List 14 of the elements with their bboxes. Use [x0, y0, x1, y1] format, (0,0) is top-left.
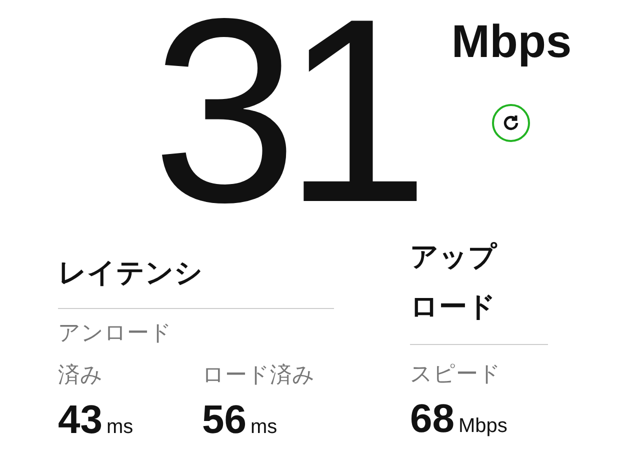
refresh-button[interactable]: [492, 104, 530, 142]
upload-title: アップロード: [410, 240, 498, 324]
metric-value: 68: [410, 399, 454, 439]
latency-title: レイテンシ: [58, 259, 203, 287]
metric-unit: ms: [250, 417, 278, 437]
metric-label: スピード: [410, 360, 502, 388]
metric-value: 56: [202, 400, 246, 440]
speed-value: 31: [152, 0, 416, 240]
metric-unit: ms: [106, 417, 134, 437]
metric-label: ロード済み: [202, 361, 316, 389]
metric-unit: Mbps: [458, 416, 508, 436]
speed-unit: Mbps: [451, 18, 572, 64]
metric-label: アンロード済み: [58, 319, 173, 389]
metric-value: 43: [58, 400, 102, 440]
